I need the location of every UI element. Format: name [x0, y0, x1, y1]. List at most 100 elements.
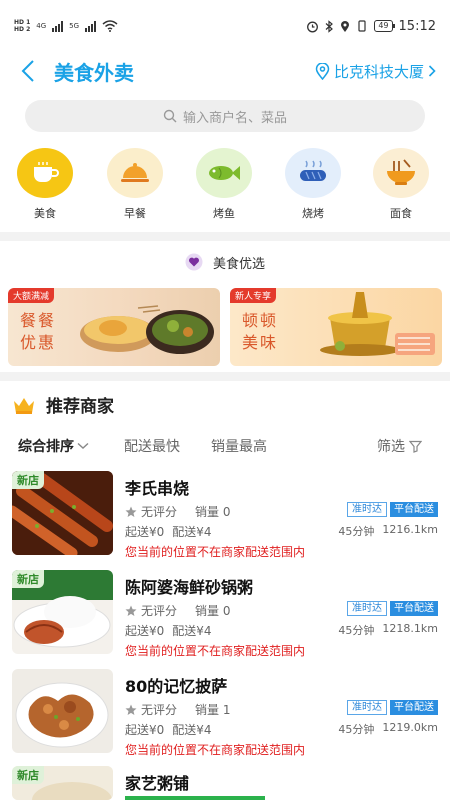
category-icon-bg	[107, 148, 163, 198]
back-button[interactable]	[8, 52, 48, 90]
location-label: 比克科技大厦	[333, 62, 424, 81]
store-thumbnail	[12, 669, 113, 753]
store-item[interactable]: 新店 李氏串烧 无评分 销量 0 起送¥0 配送¥4 准时达 平台配送 45分钟…	[0, 471, 450, 569]
category-mianshi[interactable]: 面食	[366, 148, 436, 221]
ontime-badge: 准时达	[347, 502, 387, 517]
star-icon	[125, 704, 137, 715]
store-fees: 起送¥0 配送¥4	[125, 523, 212, 540]
distance: 1219.0km	[382, 721, 438, 734]
new-store-badge: 新店	[12, 766, 44, 784]
banner-newuser[interactable]: 新人专享 顿顿美味	[230, 288, 442, 366]
min-order: 起送¥0	[125, 525, 165, 539]
heart-badge-icon	[185, 253, 203, 271]
wifi-icon	[102, 20, 118, 32]
sausage-icon	[300, 160, 326, 181]
location-selector[interactable]: 比克科技大厦	[315, 61, 436, 82]
min-order: 起送¥0	[125, 723, 165, 737]
banner-tag: 新人专享	[230, 288, 277, 303]
search-icon	[163, 109, 177, 123]
delivery-fee: 配送¥4	[172, 525, 212, 539]
delivery-info: 45分钟 1216.1km	[338, 523, 438, 539]
store-rating: 无评分 销量 0	[125, 503, 230, 520]
rating-text: 无评分	[141, 703, 178, 717]
new-store-badge: 新店	[12, 471, 44, 489]
filter-label: 筛选	[377, 439, 405, 455]
category-icon-bg	[196, 148, 252, 198]
delivery-fee: 配送¥4	[172, 723, 212, 737]
store-name: 李氏串烧	[125, 479, 190, 498]
category-icon-bg	[373, 148, 429, 198]
sort-top-sales[interactable]: 销量最高	[211, 436, 267, 456]
delivery-time: 45分钟	[338, 723, 375, 736]
platform-delivery-badge: 平台配送	[390, 502, 438, 517]
distance: 1218.1km	[382, 622, 438, 635]
category-label: 烤鱼	[213, 207, 235, 220]
delivery-badges: 准时达 平台配送	[347, 700, 438, 715]
store-item[interactable]: 新店 家艺粥铺	[0, 766, 450, 800]
recommend-title: 推荐商家	[12, 392, 114, 417]
min-order: 起送¥0	[125, 624, 165, 638]
search-input[interactable]: 输入商户名、菜品	[25, 100, 425, 132]
category-icon-bg	[17, 148, 73, 198]
page-title: 美食外卖	[54, 60, 134, 85]
category-icon-bg	[285, 148, 341, 198]
banner-text: 顿顿美味	[242, 311, 279, 352]
featured-title: 美食优选	[0, 249, 450, 275]
chevron-down-icon	[77, 442, 89, 449]
delivery-fee: 配送¥4	[172, 624, 212, 638]
network-4g-label: 4G	[36, 22, 47, 30]
fish-icon	[209, 166, 240, 180]
category-shaokao[interactable]: 烧烤	[278, 148, 348, 221]
rating-text: 无评分	[141, 604, 178, 618]
ontime-badge: 准时达	[347, 601, 387, 616]
store-item[interactable]: 新店 陈阿婆海鲜砂锅粥 无评分 销量 0 起送¥0 配送¥4 准时达 平台配送 …	[0, 570, 450, 668]
category-meishi[interactable]: 美食	[10, 148, 80, 221]
signal-2-icon	[85, 20, 97, 32]
out-of-range-warning: 您当前的位置不在商家配送范围内	[125, 545, 306, 559]
status-time: 15:12	[398, 18, 436, 34]
food-cloche-icon	[121, 163, 149, 182]
filter-button[interactable]: 筛选	[377, 436, 422, 456]
star-icon	[125, 605, 137, 616]
location-status-icon	[341, 20, 350, 32]
sort-fastest[interactable]: 配送最快	[124, 436, 180, 456]
delivery-badges: 准时达 平台配送	[347, 502, 438, 517]
store-thumbnail: 新店	[12, 766, 113, 800]
ontime-badge: 准时达	[347, 700, 387, 715]
battery-indicator: 49	[374, 20, 395, 32]
delivery-time: 45分钟	[338, 525, 375, 538]
sales-text: 销量 1	[195, 703, 231, 717]
vibrate-icon	[358, 20, 366, 32]
platform-delivery-badge: 平台配送	[390, 700, 438, 715]
store-food-image	[12, 669, 113, 753]
platform-delivery-badge: 平台配送	[390, 601, 438, 616]
distance: 1216.1km	[382, 523, 438, 536]
store-thumbnail: 新店	[12, 471, 113, 555]
store-thumbnail: 新店	[12, 570, 113, 654]
signal-1-icon	[52, 20, 64, 32]
chevron-right-icon	[428, 65, 436, 77]
category-label: 面食	[390, 207, 412, 220]
coffee-cup-icon	[34, 162, 59, 182]
hd-indicator: HD 1 HD 2	[14, 19, 30, 33]
network-5g-label: 5G	[69, 22, 80, 30]
category-kaoyu[interactable]: 烤鱼	[189, 148, 259, 221]
noodle-bowl-icon	[387, 159, 415, 185]
category-label: 早餐	[124, 207, 146, 220]
store-item[interactable]: 80的记忆披萨 无评分 销量 1 起送¥0 配送¥4 准时达 平台配送 45分钟…	[0, 669, 450, 767]
status-bar: HD 1 HD 2 4G 5G 49 15:12	[0, 0, 450, 52]
sales-text: 销量 0	[195, 505, 231, 519]
category-zaocan[interactable]: 早餐	[100, 148, 170, 221]
store-rating: 无评分 销量 1	[125, 701, 230, 718]
store-name: 家艺粥铺	[125, 774, 190, 793]
banner-discount[interactable]: 大额满减 餐餐优惠	[8, 288, 220, 366]
delivery-info: 45分钟 1218.1km	[338, 622, 438, 638]
store-fees: 起送¥0 配送¥4	[125, 721, 212, 738]
filter-funnel-icon	[409, 440, 422, 453]
sort-comprehensive[interactable]: 综合排序	[18, 436, 89, 456]
new-store-badge: 新店	[12, 570, 44, 588]
location-pin-icon	[315, 62, 330, 80]
delivery-badges: 准时达 平台配送	[347, 601, 438, 616]
hd2-label: HD 2	[14, 26, 31, 33]
search-placeholder: 输入商户名、菜品	[182, 110, 287, 126]
